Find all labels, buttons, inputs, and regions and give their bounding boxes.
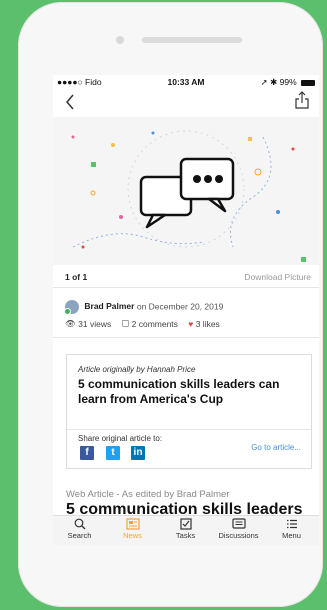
share-icon[interactable] [295,91,309,109]
views-stat: 👁︎ 31 views [65,318,114,329]
likes-stat[interactable]: ♥ 3 likes [188,318,220,330]
stats-row: 👁︎ 31 views ☐ 2 comments ♥ 3 likes [65,318,228,329]
post-date: on December 20, 2019 [136,301,224,312]
go-to-article-link[interactable]: Go to article... [251,443,301,452]
views-count: 31 views [78,318,112,329]
comment-icon: ☐ [121,318,130,329]
tab-tasks-label: Tasks [175,531,196,540]
tab-discussions-label: Discussions [218,531,259,540]
menu-icon [286,519,297,529]
tab-search[interactable]: Search [53,518,106,540]
twitter-icon[interactable]: t [106,446,120,460]
battery-status: ➚ ✱ 99% [261,77,315,88]
facebook-icon[interactable]: f [80,446,94,460]
eye-icon: 👁︎ [65,318,76,329]
heart-icon: ♥ [188,319,194,330]
discussions-icon [231,518,246,529]
app-screen: ●●●●○ Fido 10:33 AM ➚ ✱ 99% 1 of 1 Downl… [53,75,319,545]
search-icon [74,518,85,530]
tab-menu[interactable]: Menu [265,518,318,540]
location-icon: ➚ [260,77,268,87]
article-title: 5 communication skills leaders can learn… [78,377,280,406]
tab-bar: Search News Tasks Discussions Menu [53,515,319,545]
download-picture-link[interactable]: Download Picture [244,272,311,282]
nav-bar [53,88,319,116]
article-origin: Article originally by Hannah Price [78,365,196,374]
tab-discussions[interactable]: Discussions [212,518,265,540]
card-divider [67,429,311,430]
back-chevron-icon[interactable] [65,94,75,110]
share-label: Share original article to: [78,434,163,443]
tab-news[interactable]: News [106,518,159,540]
status-bar: ●●●●○ Fido 10:33 AM ➚ ✱ 99% [53,75,319,88]
tasks-icon [179,518,192,530]
phone-frame: ●●●●○ Fido 10:33 AM ➚ ✱ 99% 1 of 1 Downl… [18,2,323,607]
tab-news-label: News [123,531,142,540]
linkedin-icon[interactable]: in [131,446,145,460]
speaker-slot [142,37,242,43]
comments-stat[interactable]: ☐ 2 comments [121,318,181,329]
likes-count: 3 likes [195,319,220,330]
picture-bar: 1 of 1 Download Picture [53,265,319,288]
battery-percent: 99% [279,77,297,87]
bluetooth-icon: ✱ [270,77,278,87]
picture-counter: 1 of 1 [65,272,88,282]
tab-tasks[interactable]: Tasks [159,518,212,540]
article-picture[interactable] [53,117,319,265]
avatar[interactable] [64,300,79,315]
chat-bubbles-illustration [71,130,306,262]
tab-search-label: Search [67,531,92,540]
battery-icon [301,79,315,86]
online-indicator [64,308,71,315]
tab-menu-label: Menu [282,531,301,540]
original-article-card: Article originally by Hannah Price 5 com… [66,354,312,469]
web-article-label: Web Article - As edited by Brad Palmer [66,489,230,500]
section-divider [53,337,319,338]
camera-dot [116,36,124,44]
author-name[interactable]: Brad Palmer [84,301,134,311]
comments-count: 2 comments [131,318,178,329]
author-row: Brad Palmer on December 20, 2019 [64,300,315,315]
news-icon [125,518,140,530]
